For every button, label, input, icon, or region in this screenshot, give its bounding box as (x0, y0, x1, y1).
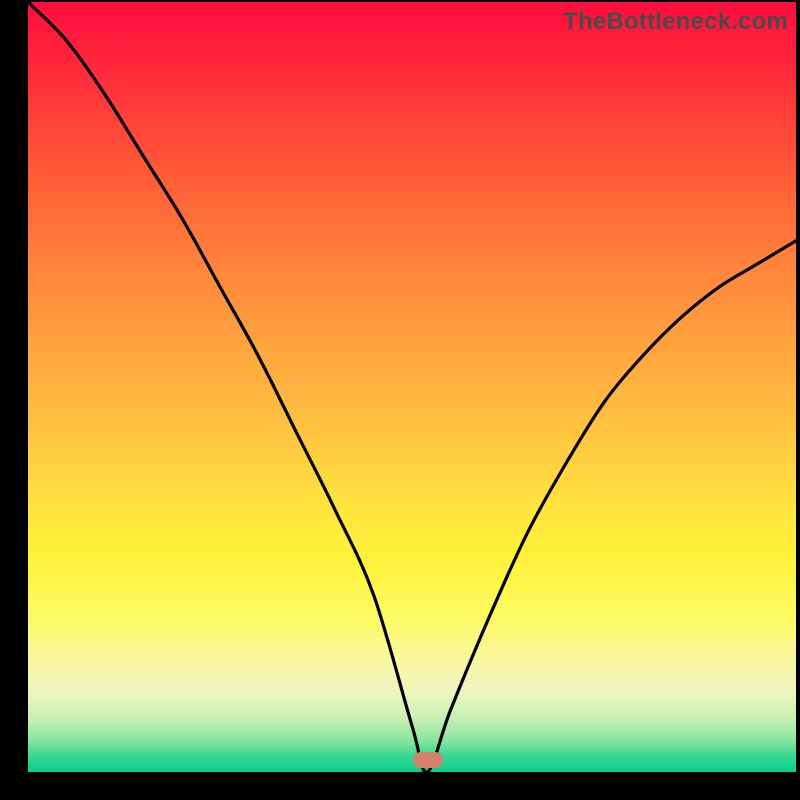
plot-area: TheBottleneck.com (28, 2, 796, 772)
bottleneck-curve (28, 2, 796, 772)
chart-frame: TheBottleneck.com (0, 0, 800, 800)
minimum-marker (413, 752, 443, 768)
